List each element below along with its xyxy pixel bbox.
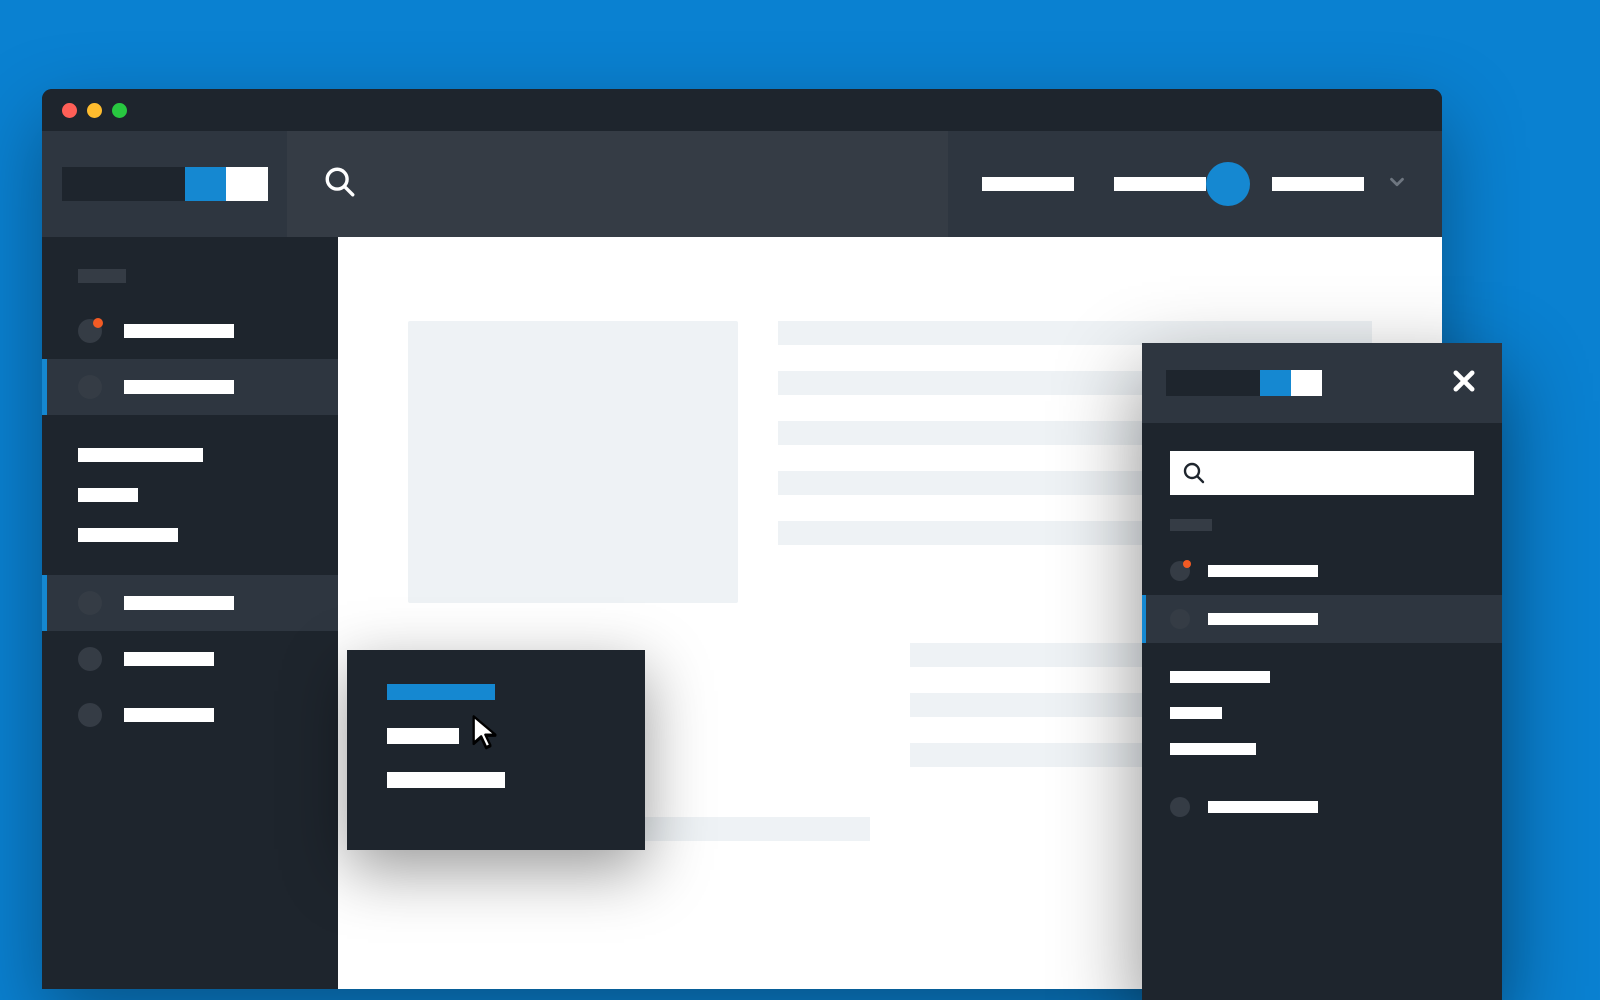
mini-subitem-1[interactable] <box>1142 659 1502 695</box>
mini-subitem-label <box>1170 707 1222 719</box>
topbar <box>42 131 1442 237</box>
sidebar-subitem-label <box>78 488 138 502</box>
status-dot-icon <box>78 647 102 671</box>
sidebar <box>42 237 338 989</box>
status-dot-icon <box>1170 609 1190 629</box>
mini-item-label <box>1208 801 1318 813</box>
nav-link-1[interactable] <box>982 177 1074 191</box>
sidebar-item-label <box>124 708 214 722</box>
context-menu-item-3[interactable] <box>387 772 505 788</box>
mini-panel <box>1142 343 1502 1000</box>
global-search[interactable] <box>287 131 948 237</box>
avatar <box>1206 162 1250 206</box>
status-dot-icon <box>1170 561 1190 581</box>
sidebar-item-label <box>124 652 214 666</box>
close-window-icon[interactable] <box>62 103 77 118</box>
status-dot-icon <box>78 591 102 615</box>
sidebar-subitem-1[interactable] <box>42 435 338 475</box>
chevron-down-icon <box>1386 171 1408 198</box>
context-menu <box>347 650 645 850</box>
sidebar-item-4[interactable] <box>42 631 338 687</box>
nav-link-2[interactable] <box>1114 177 1206 191</box>
brand-logo <box>62 167 268 201</box>
context-menu-item-1[interactable] <box>387 684 495 700</box>
mini-item-2[interactable] <box>1142 595 1502 643</box>
sidebar-item-label <box>124 380 234 394</box>
status-dot-icon <box>78 703 102 727</box>
sidebar-subitem-3[interactable] <box>42 515 338 555</box>
user-menu[interactable] <box>1206 162 1408 206</box>
close-icon[interactable] <box>1450 367 1478 400</box>
search-icon <box>323 165 357 204</box>
mini-subitem-label <box>1170 743 1256 755</box>
minimize-window-icon[interactable] <box>87 103 102 118</box>
content-image-placeholder <box>408 321 738 603</box>
mini-subitem-3[interactable] <box>1142 731 1502 767</box>
content-line <box>778 321 1372 345</box>
status-dot-icon <box>1170 797 1190 817</box>
sidebar-heading <box>78 269 126 283</box>
topbar-right <box>948 131 1442 237</box>
zoom-window-icon[interactable] <box>112 103 127 118</box>
sidebar-subitem-2[interactable] <box>42 475 338 515</box>
mini-item-label <box>1208 565 1318 577</box>
sidebar-item-5[interactable] <box>42 687 338 743</box>
mini-panel-header <box>1142 343 1502 423</box>
mini-item-3[interactable] <box>1142 783 1502 831</box>
mini-heading <box>1170 519 1212 531</box>
mini-item-label <box>1208 613 1318 625</box>
window-titlebar <box>42 89 1442 131</box>
sidebar-subitem-label <box>78 448 203 462</box>
user-name <box>1272 177 1364 191</box>
mini-subitem-label <box>1170 671 1270 683</box>
status-dot-icon <box>78 375 102 399</box>
sidebar-item-1[interactable] <box>42 303 338 359</box>
brand-logo <box>1166 370 1322 396</box>
mini-subitem-2[interactable] <box>1142 695 1502 731</box>
context-menu-item-2[interactable] <box>387 728 459 744</box>
sidebar-item-3[interactable] <box>42 575 338 631</box>
brand-area[interactable] <box>42 131 287 237</box>
sidebar-subitem-label <box>78 528 178 542</box>
sidebar-item-label <box>124 596 234 610</box>
sidebar-item-2[interactable] <box>42 359 338 415</box>
mini-search-input[interactable] <box>1170 451 1474 495</box>
mini-item-1[interactable] <box>1142 547 1502 595</box>
status-dot-icon <box>78 319 102 343</box>
sidebar-item-label <box>124 324 234 338</box>
